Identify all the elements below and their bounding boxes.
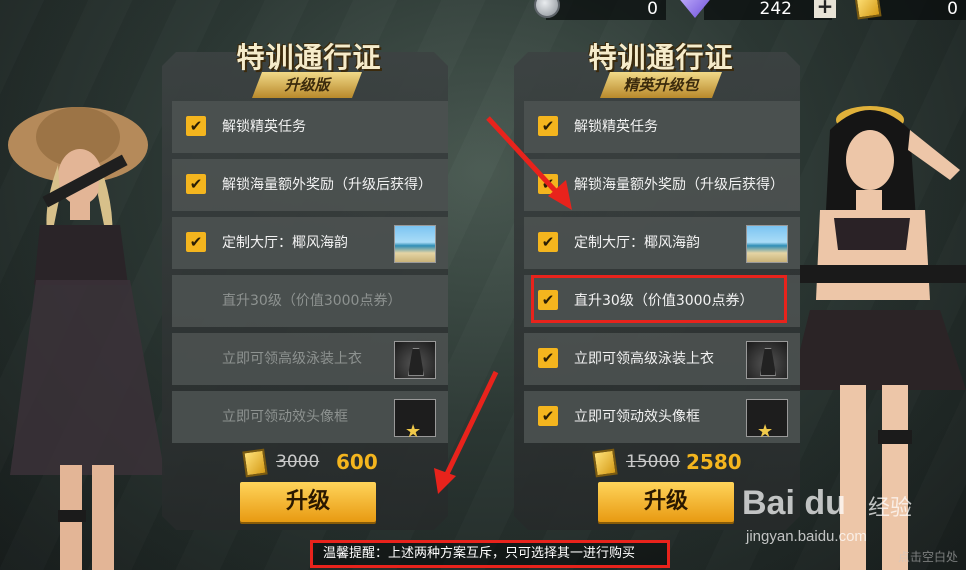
tap-blank-hint[interactable]: 点击空白处 <box>898 548 958 565</box>
ticket-icon <box>242 448 268 478</box>
left-item-avatar-frame: 立即可领动效头像框 <box>172 391 448 443</box>
beach-thumbnail[interactable] <box>746 225 788 263</box>
right-item-swimsuit-top: ✔ 立即可领高级泳装上衣 <box>524 333 800 385</box>
checkbox-icon: ✔ <box>186 174 206 194</box>
right-item-avatar-frame: ✔ 立即可领动效头像框 <box>524 391 800 443</box>
discount-price: 600 <box>336 450 378 474</box>
basic-upgrade-button[interactable]: 升级 <box>240 482 376 522</box>
item-label: 解锁精英任务 <box>222 119 306 135</box>
left-item-custom-lobby: ✔ 定制大厅：椰风海韵 <box>172 217 448 269</box>
checkbox-icon: ✔ <box>538 348 558 368</box>
original-price: 15000 <box>626 452 681 472</box>
gem-value: 242 <box>759 0 792 19</box>
left-panel-subtitle: 升级版 <box>252 72 362 98</box>
ticket-value: 0 <box>947 0 958 19</box>
baidu-watermark: Bai du 经验 jingyan.baidu.com <box>742 470 932 560</box>
left-item-level-30: 直升30级（价值3000点券） <box>172 275 448 327</box>
checkbox-icon: ✔ <box>538 232 558 252</box>
add-gems-button[interactable]: + <box>814 0 836 18</box>
right-item-extra-rewards: ✔ 解锁海量额外奖励（升级后获得） <box>524 159 800 211</box>
gem-counter: 242 <box>704 0 832 20</box>
item-label: 立即可领高级泳装上衣 <box>222 351 362 367</box>
watermark-cn: 经验 <box>868 496 913 521</box>
coin-counter: 0 <box>546 0 666 20</box>
left-item-elite-tasks: ✔ 解锁精英任务 <box>172 101 448 153</box>
ticket-counter: 0 <box>868 0 966 20</box>
original-price: 3000 <box>276 452 320 472</box>
notice-box: 温馨提醒：上述两种方案互斥，只可选择其一进行购买 <box>310 540 670 568</box>
item-label: 立即可领动效头像框 <box>222 409 348 425</box>
item-label: 解锁精英任务 <box>574 119 658 135</box>
item-label: 解锁海量额外奖励（升级后获得） <box>574 177 784 193</box>
checkbox-icon: ✔ <box>538 116 558 136</box>
coin-value: 0 <box>647 0 658 19</box>
left-item-swimsuit-top: 立即可领高级泳装上衣 <box>172 333 448 385</box>
avatar-frame-thumbnail[interactable] <box>746 399 788 442</box>
left-panel-title: 特训通行证 <box>236 41 382 74</box>
elite-upgrade-button[interactable]: 升级 <box>598 482 734 522</box>
right-item-custom-lobby: ✔ 定制大厅：椰风海韵 <box>524 217 800 269</box>
right-item-elite-tasks: ✔ 解锁精英任务 <box>524 101 800 153</box>
swimsuit-thumbnail[interactable] <box>746 341 788 379</box>
discount-price: 2580 <box>686 450 742 474</box>
item-label: 立即可领动效头像框 <box>574 409 700 425</box>
item-label: 立即可领高级泳装上衣 <box>574 351 714 367</box>
highlight-box <box>531 275 787 323</box>
notice-text: 温馨提醒：上述两种方案互斥，只可选择其一进行购买 <box>323 546 636 561</box>
item-label: 解锁海量额外奖励（升级后获得） <box>222 177 432 193</box>
right-panel-title: 特训通行证 <box>588 41 734 74</box>
watermark-logo: Bai du <box>742 484 846 522</box>
item-label: 定制大厅：椰风海韵 <box>222 235 348 251</box>
left-item-extra-rewards: ✔ 解锁海量额外奖励（升级后获得） <box>172 159 448 211</box>
ticket-icon <box>854 0 882 20</box>
character-left-sunhat-girl <box>8 107 165 570</box>
checkbox-icon: ✔ <box>186 116 206 136</box>
right-panel-subtitle: 精英升级包 <box>600 72 722 98</box>
swimsuit-thumbnail[interactable] <box>394 341 436 379</box>
beach-thumbnail[interactable] <box>394 225 436 263</box>
ticket-icon <box>592 448 618 478</box>
watermark-url: jingyan.baidu.com <box>746 528 867 545</box>
item-label: 定制大厅：椰风海韵 <box>574 235 700 251</box>
checkbox-icon: ✔ <box>538 406 558 426</box>
item-label: 直升30级（价值3000点券） <box>222 293 402 309</box>
currency-bar: 0 242 + 0 <box>520 0 966 22</box>
checkbox-icon: ✔ <box>538 174 558 194</box>
avatar-frame-thumbnail[interactable] <box>394 399 436 442</box>
checkbox-icon: ✔ <box>186 232 206 252</box>
